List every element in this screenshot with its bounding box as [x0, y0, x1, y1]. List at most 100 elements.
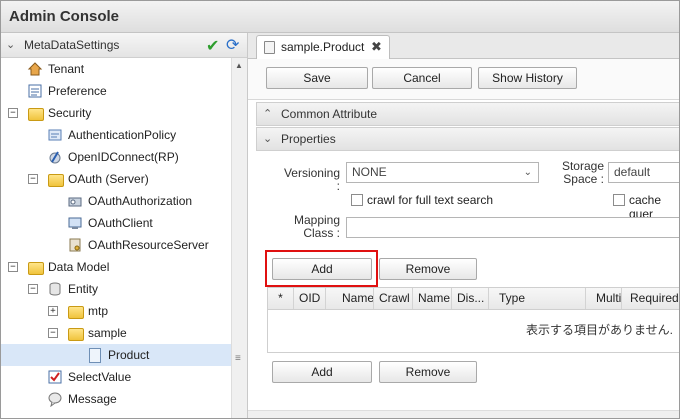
tree-scrollbar[interactable]: ▲ ≡: [231, 58, 247, 418]
cache-checkbox[interactable]: [613, 194, 625, 206]
column-header[interactable]: Crawl: [374, 288, 413, 309]
tab-bar: sample.Product ✖: [248, 33, 679, 59]
column-header[interactable]: OID: [294, 288, 326, 309]
client-icon: [67, 215, 83, 231]
folder-icon: [28, 262, 44, 275]
scroll-up-icon[interactable]: ▲: [235, 61, 243, 70]
metadata-panel: ⌄ MetaDataSettings ✔ ⟳ Tenant Preference: [1, 33, 248, 418]
crawl-checkbox-label: crawl for full text search: [367, 193, 494, 207]
document-icon: [89, 348, 101, 363]
grip-icon[interactable]: ≡: [235, 353, 241, 364]
tree-item-entity[interactable]: − Entity: [1, 278, 231, 300]
tree-item-label: OAuthResourceServer: [88, 238, 209, 252]
admin-console-window: Admin Console ⌄ MetaDataSettings ✔ ⟳ Ten…: [0, 0, 680, 419]
tree-item-oauth-authorization[interactable]: OAuthAuthorization: [1, 190, 231, 212]
save-button[interactable]: Save: [266, 67, 368, 89]
chevron-down-icon[interactable]: ⌄: [6, 38, 15, 51]
tree-item-label: OAuthAuthorization: [88, 194, 193, 208]
metadata-panel-header[interactable]: ⌄ MetaDataSettings ✔ ⟳: [1, 33, 247, 58]
column-header[interactable]: Multi: [591, 288, 622, 309]
show-history-button[interactable]: Show History: [478, 67, 577, 89]
remove-button[interactable]: Remove: [379, 258, 477, 280]
properties-section[interactable]: ⌄ Properties: [256, 127, 679, 151]
refresh-icon[interactable]: ⟳: [226, 35, 239, 55]
tree-item-mtp[interactable]: + mtp: [1, 300, 231, 322]
folder-icon: [48, 174, 64, 187]
column-header[interactable]: Name: [413, 288, 452, 309]
panel-title: MetaDataSettings: [24, 38, 120, 52]
horizontal-scrollbar[interactable]: [248, 410, 679, 418]
app-title: Admin Console: [9, 8, 120, 25]
tree-item-oauth-client[interactable]: OAuthClient: [1, 212, 231, 234]
tree-item-product[interactable]: Product: [1, 344, 231, 366]
column-header[interactable]: Dis...: [452, 288, 489, 309]
collapse-icon[interactable]: −: [28, 284, 38, 294]
tree-item-label: Security: [48, 106, 92, 120]
tree-item-security[interactable]: − Security: [1, 102, 231, 124]
collapse-icon[interactable]: −: [28, 174, 38, 184]
editor-panel: sample.Product ✖ Save Cancel Show Histor…: [248, 33, 679, 418]
mapping-class-input[interactable]: [346, 217, 679, 238]
openid-icon: [47, 149, 63, 165]
chevron-down-icon[interactable]: ⌄: [263, 128, 272, 150]
tree-item-label: OpenIDConnect(RP): [68, 150, 179, 164]
checklist-icon: [47, 369, 63, 385]
message-icon: [47, 391, 63, 408]
crawl-checkbox[interactable]: [351, 194, 363, 206]
tree-item-label: OAuth (Server): [68, 172, 149, 186]
tree-item-tenant[interactable]: Tenant: [1, 58, 231, 80]
tree-item-label: AuthenticationPolicy: [68, 128, 177, 142]
tree-item-label: Tenant: [48, 62, 85, 76]
document-icon: [264, 41, 275, 54]
policy-icon: [47, 127, 63, 143]
remove-button-bottom[interactable]: Remove: [379, 361, 477, 383]
add-button-bottom[interactable]: Add: [272, 361, 372, 383]
collapse-icon[interactable]: −: [8, 262, 18, 272]
common-attribute-section[interactable]: ⌃ Common Attribute: [256, 102, 679, 126]
key-icon: [67, 193, 83, 209]
storage-space-value: default: [614, 165, 651, 179]
tree-item-oauth-resource-server[interactable]: OAuthResourceServer: [1, 234, 231, 256]
metadata-tree: Tenant Preference − Security Authenticat…: [1, 58, 231, 418]
tree-item-sample[interactable]: − sample: [1, 322, 231, 344]
close-icon[interactable]: ✖: [371, 39, 382, 55]
versioning-select[interactable]: NONE ⌄: [346, 162, 539, 183]
tree-item-preference[interactable]: Preference: [1, 80, 231, 102]
tree-item-label: Preference: [48, 84, 107, 98]
tree-item-message[interactable]: Message: [1, 388, 231, 410]
tree-item-oauth-server[interactable]: − OAuth (Server): [1, 168, 231, 190]
collapse-icon[interactable]: −: [8, 108, 18, 118]
folder-icon: [28, 108, 44, 121]
collapse-icon[interactable]: −: [48, 328, 58, 338]
versioning-value: NONE: [352, 165, 387, 179]
check-icon[interactable]: ✔: [206, 36, 219, 56]
tab-label: sample.Product: [281, 40, 365, 54]
storage-space-label: Storage Space :: [561, 159, 604, 186]
tree-item-data-model[interactable]: − Data Model: [1, 256, 231, 278]
add-button[interactable]: Add: [272, 258, 372, 280]
editor-toolbar: Save Cancel Show History: [248, 59, 679, 100]
tree-item-label: sample: [88, 326, 127, 340]
tab-sample-product[interactable]: sample.Product ✖: [256, 35, 390, 59]
column-header[interactable]: Type: [494, 288, 586, 309]
tree-item-select-value[interactable]: SelectValue: [1, 366, 231, 388]
expand-icon[interactable]: +: [48, 306, 58, 316]
versioning-label: Versioning :: [283, 166, 340, 193]
tree-item-label: Entity: [68, 282, 99, 296]
column-header[interactable]: Required: [625, 288, 679, 309]
cancel-button[interactable]: Cancel: [372, 67, 472, 89]
section-title: Common Attribute: [281, 107, 378, 121]
tree-item-openid-connect[interactable]: OpenIDConnect(RP): [1, 146, 231, 168]
title-bar: Admin Console: [1, 1, 679, 33]
folder-icon: [68, 306, 84, 319]
mapping-class-label: Mapping Class :: [293, 213, 340, 240]
column-header[interactable]: *: [268, 288, 294, 309]
column-header[interactable]: Name: [337, 288, 374, 309]
storage-space-select[interactable]: default: [608, 162, 679, 183]
empty-message: 表示する項目がありません.: [526, 323, 673, 337]
grid-header: * OID Name Crawl Name Dis... Type Multi …: [268, 288, 679, 310]
chevron-up-icon[interactable]: ⌃: [263, 103, 272, 125]
tree-item-label: SelectValue: [68, 370, 132, 384]
tree-item-authentication-policy[interactable]: AuthenticationPolicy: [1, 124, 231, 146]
tree-item-label: OAuthClient: [88, 216, 153, 230]
